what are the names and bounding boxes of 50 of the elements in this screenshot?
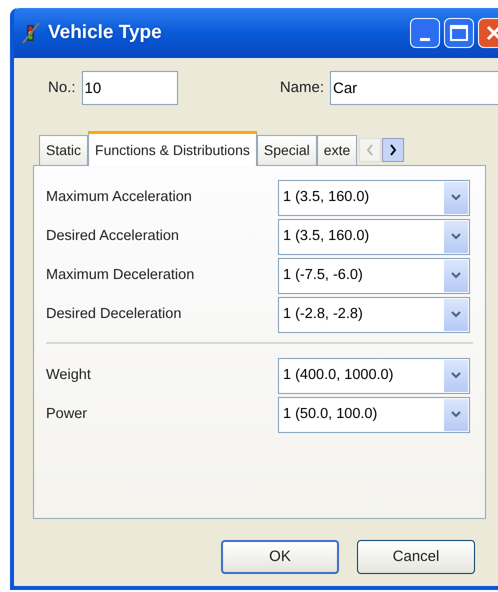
dropdown-arrow-button[interactable] bbox=[444, 360, 468, 392]
chevron-down-icon bbox=[451, 194, 461, 201]
text-field[interactable]: Car bbox=[330, 71, 498, 105]
field-label: No.: bbox=[48, 78, 76, 98]
field-label: Power bbox=[46, 404, 88, 424]
chevron-down-icon bbox=[451, 411, 461, 418]
minimize-button[interactable] bbox=[410, 18, 440, 48]
maximize-button[interactable] bbox=[444, 18, 474, 48]
dropdown-value: 1 (-2.8, -2.8) bbox=[282, 304, 364, 324]
scroll-right-button[interactable] bbox=[382, 138, 404, 162]
tab[interactable]: Special bbox=[256, 135, 317, 165]
dropdown[interactable]: 1 (400.0, 1000.0) bbox=[278, 358, 470, 394]
field-label: Desired Deceleration bbox=[46, 304, 182, 324]
traffic-light-icon bbox=[22, 22, 40, 44]
dialog-button[interactable]: OK bbox=[221, 540, 339, 574]
field-label: Weight bbox=[46, 366, 92, 385]
chevron-down-icon bbox=[451, 233, 461, 240]
field-label: Maximum Deceleration bbox=[46, 266, 196, 285]
dropdown-arrow-button[interactable] bbox=[444, 298, 468, 330]
dialog-button[interactable]: Cancel bbox=[357, 540, 475, 574]
dropdown[interactable]: 1 (3.5, 160.0) bbox=[278, 218, 470, 254]
dropdown[interactable]: 1 (50.0, 100.0) bbox=[278, 396, 470, 432]
chevron-down-icon bbox=[451, 372, 461, 379]
close-icon bbox=[486, 25, 498, 41]
dropdown-value: 1 (50.0, 100.0) bbox=[282, 404, 378, 424]
dropdown-value: 1 (400.0, 1000.0) bbox=[282, 366, 394, 385]
dropdown-value: 1 (3.5, 160.0) bbox=[282, 226, 370, 246]
chevron-left-icon bbox=[366, 144, 374, 156]
chevron-right-icon bbox=[389, 144, 398, 156]
field-label: Desired Acceleration bbox=[46, 226, 180, 246]
dropdown[interactable]: 1 (-7.5, -6.0) bbox=[278, 258, 470, 294]
maximize-icon bbox=[450, 25, 468, 41]
dropdown[interactable]: 1 (3.5, 160.0) bbox=[278, 180, 470, 216]
dropdown-arrow-button[interactable] bbox=[444, 260, 468, 292]
tab[interactable]: Static bbox=[39, 135, 88, 165]
dropdown-value: 1 (3.5, 160.0) bbox=[282, 188, 370, 207]
field-label: Name: bbox=[280, 78, 324, 98]
text-field[interactable]: 10 bbox=[82, 71, 178, 105]
field-label: Maximum Acceleration bbox=[46, 188, 193, 207]
chevron-down-icon bbox=[451, 272, 461, 279]
minimize-icon bbox=[420, 38, 430, 41]
dropdown-arrow-button[interactable] bbox=[444, 220, 468, 252]
dropdown-arrow-button[interactable] bbox=[444, 182, 468, 214]
dropdown-arrow-button[interactable] bbox=[444, 398, 468, 430]
chevron-down-icon bbox=[451, 311, 461, 318]
dropdown-value: 1 (-7.5, -6.0) bbox=[282, 266, 364, 285]
window-title: Vehicle Type bbox=[48, 20, 162, 45]
tab[interactable]: exte bbox=[316, 135, 358, 165]
dropdown[interactable]: 1 (-2.8, -2.8) bbox=[278, 296, 470, 332]
tab[interactable]: Functions & Distributions bbox=[88, 131, 257, 166]
